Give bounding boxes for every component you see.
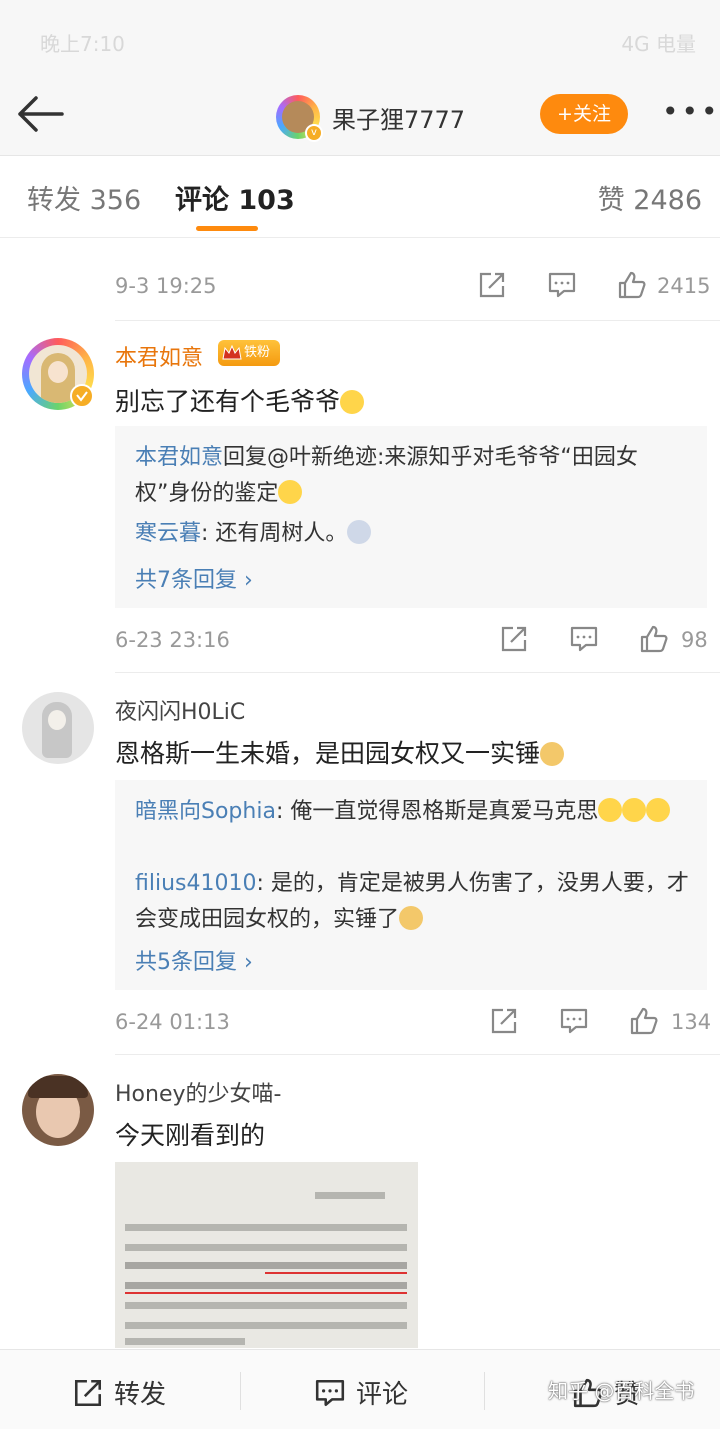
comment-image[interactable] bbox=[115, 1162, 418, 1348]
comment-icon[interactable] bbox=[569, 624, 599, 654]
status-indicators: 4G 电量 bbox=[621, 32, 696, 56]
reply-text: : 俺一直觉得恩格斯是真爱马克思 bbox=[275, 799, 599, 824]
laugh-cry-emoji-icon bbox=[598, 798, 623, 822]
comment-text: 今天刚看到的 bbox=[115, 1121, 266, 1150]
share-icon[interactable] bbox=[477, 270, 507, 300]
page-title: 果子狸7777 bbox=[332, 105, 466, 134]
nav-user[interactable]: v 果子狸7777 bbox=[276, 94, 466, 142]
comment-text-content: 别忘了还有个毛爷爷 bbox=[115, 387, 341, 416]
comment-icon[interactable] bbox=[559, 1006, 589, 1036]
avatar[interactable]: v bbox=[276, 95, 323, 142]
more-replies-link[interactable]: 共7条回复 › bbox=[135, 562, 253, 594]
avatar[interactable] bbox=[22, 692, 94, 764]
divider bbox=[484, 1372, 485, 1410]
comment-action-row: 6-23 23:16 98 bbox=[115, 610, 720, 676]
comment-username[interactable]: 本君如意 bbox=[115, 340, 203, 372]
status-time: 晚上7:10 bbox=[40, 32, 125, 56]
like-count: 2415 bbox=[657, 274, 711, 298]
comment-text: 恩格斯一生未婚，是田园女权又一实锤 bbox=[115, 734, 565, 770]
forward-button[interactable]: 转发 bbox=[72, 1374, 166, 1411]
laugh-cry-emoji-icon bbox=[646, 798, 671, 822]
tab-forward[interactable]: 转发 356 bbox=[27, 178, 141, 217]
comment-button[interactable]: 评论 bbox=[314, 1374, 408, 1411]
like-count: 98 bbox=[681, 628, 708, 652]
comment-username[interactable]: Honey的少女喵- bbox=[115, 1076, 281, 1108]
reply-line: 暗黑向Sophia: 俺一直觉得恩格斯是真爱马克思 bbox=[135, 794, 691, 830]
comment-time: 6-23 23:16 bbox=[115, 628, 230, 652]
post-action-row: 9-3 19:25 2415 bbox=[115, 256, 720, 322]
like-icon[interactable] bbox=[639, 624, 669, 654]
watermark: 知乎 @百科全书 bbox=[548, 1379, 695, 1403]
like-icon[interactable] bbox=[617, 270, 647, 300]
comment-icon[interactable] bbox=[547, 270, 577, 300]
tab-comment[interactable]: 评论 103 bbox=[175, 178, 295, 217]
reply-username[interactable]: 本君如意 bbox=[135, 445, 223, 470]
reply-box[interactable]: 本君如意回复@叶新绝迹:来源知乎对毛爷爷“田园女权”身份的鉴定 寒云暮: 还有周… bbox=[115, 426, 707, 608]
fan-badge-label: 铁粉 bbox=[244, 345, 271, 360]
verified-icon: v bbox=[305, 124, 323, 142]
like-icon[interactable] bbox=[629, 1006, 659, 1036]
doge-emoji-icon bbox=[399, 906, 424, 930]
reply-line: 本君如意回复@叶新绝迹:来源知乎对毛爷爷“田园女权”身份的鉴定 bbox=[135, 440, 691, 512]
laugh-cry-emoji-icon bbox=[622, 798, 647, 822]
comment-action-row: 6-24 01:13 134 bbox=[115, 992, 720, 1058]
reply-line: filius41010: 是的，肯定是被男人伤害了，没男人要，才会变成田园女权的… bbox=[135, 866, 691, 938]
laugh-cry-emoji-icon bbox=[340, 390, 365, 414]
reply-box[interactable]: 暗黑向Sophia: 俺一直觉得恩格斯是真爱马克思 filius41010: 是… bbox=[115, 780, 707, 990]
status-bar: 晚上7:10 4G 电量 bbox=[0, 0, 720, 78]
fan-badge: 铁粉 bbox=[218, 340, 280, 366]
more-icon[interactable]: ••• bbox=[662, 98, 718, 130]
comment-text: 别忘了还有个毛爷爷 bbox=[115, 382, 365, 418]
share-icon[interactable] bbox=[489, 1006, 519, 1036]
comment-text-content: 恩格斯一生未婚，是田园女权又一实锤 bbox=[115, 739, 541, 768]
back-button[interactable] bbox=[14, 92, 68, 136]
follow-button[interactable]: +关注 bbox=[540, 94, 628, 134]
tab-bar: 转发 356 评论 103 赞 2486 bbox=[0, 156, 720, 238]
more-replies-link[interactable]: 共5条回复 › bbox=[135, 944, 253, 976]
avatar[interactable] bbox=[22, 1074, 94, 1146]
share-icon[interactable] bbox=[499, 624, 529, 654]
post-time: 9-3 19:25 bbox=[115, 274, 217, 298]
forward-label: 转发 bbox=[114, 1380, 167, 1410]
reply-line: 寒云暮: 还有周树人。 bbox=[135, 516, 691, 552]
nav-bar: v 果子狸7777 +关注 ••• bbox=[0, 78, 720, 156]
reply-text: : 还有周树人。 bbox=[201, 521, 348, 546]
reply-username[interactable]: filius41010 bbox=[135, 871, 256, 896]
crown-icon bbox=[222, 344, 242, 360]
reply-username[interactable]: 寒云暮 bbox=[135, 521, 201, 546]
comment-time: 6-24 01:13 bbox=[115, 1010, 230, 1034]
like-count: 134 bbox=[671, 1010, 712, 1034]
doge-emoji-icon bbox=[540, 742, 565, 766]
tab-like[interactable]: 赞 2486 bbox=[598, 178, 702, 217]
back-arrow-icon bbox=[18, 96, 64, 132]
laugh-cry-emoji-icon bbox=[278, 480, 303, 504]
active-tab-indicator bbox=[196, 226, 258, 231]
verified-icon bbox=[70, 384, 94, 408]
comment-label: 评论 bbox=[356, 1380, 409, 1410]
share-icon bbox=[74, 1379, 102, 1406]
panda-emoji-icon bbox=[347, 520, 372, 544]
comment-username[interactable]: 夜闪闪H0LiC bbox=[115, 694, 245, 726]
comment-icon bbox=[315, 1379, 345, 1406]
reply-username[interactable]: 暗黑向Sophia bbox=[135, 799, 276, 824]
divider bbox=[240, 1372, 241, 1410]
